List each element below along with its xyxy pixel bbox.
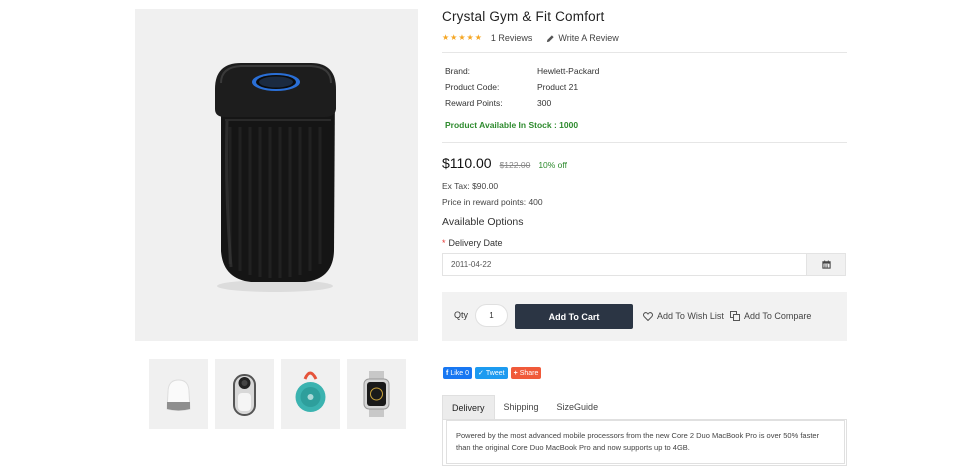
reward-price: Price in reward points: 400 [442, 197, 543, 207]
calendar-button[interactable] [806, 253, 846, 276]
info-tabs: Delivery Shipping SizeGuide [442, 395, 607, 419]
stock-status: Product Available In Stock : 1000 [445, 120, 579, 130]
tweet-label: Tweet [485, 369, 505, 377]
spec-value: 300 [537, 98, 552, 108]
smart-speaker-home-icon [166, 379, 191, 411]
star-icon: ★ [466, 33, 474, 42]
smartwatch-icon [363, 371, 390, 417]
thumbnail-4[interactable] [347, 359, 406, 429]
twitter-icon: ✓ [478, 370, 484, 377]
price-row: $110.00 $122.00 10% off [442, 155, 567, 171]
tab-content: Powered by the most advanced mobile proc… [442, 419, 847, 466]
star-icon: ★ [442, 33, 450, 42]
compare-label: Add To Compare [744, 311, 812, 321]
facebook-icon: f [446, 369, 449, 377]
heart-icon [643, 311, 653, 321]
delivery-date-label: * Delivery Date [442, 238, 503, 248]
price-old: $122.00 [499, 160, 531, 170]
add-to-wishlist-button[interactable]: Add To Wish List [643, 311, 724, 321]
spec-brand: Brand: Hewlett-Packard [445, 66, 599, 76]
share-icon: + [513, 369, 518, 377]
like-label: Like 0 [450, 369, 470, 377]
spec-value: Product 21 [537, 82, 579, 92]
brand-link[interactable]: Hewlett-Packard [537, 66, 599, 76]
share-label: Share [519, 369, 539, 377]
tab-shipping[interactable]: Shipping [495, 395, 548, 419]
calendar-icon [821, 260, 831, 269]
required-mark: * [442, 238, 446, 248]
share-button[interactable]: + Share [510, 367, 542, 379]
discount-badge: 10% off [538, 160, 567, 170]
tab-content-text: Powered by the most advanced mobile proc… [446, 420, 845, 464]
add-to-cart-button[interactable]: Add To Cart [515, 304, 633, 329]
thumbnail-3[interactable] [281, 359, 340, 429]
write-review-link[interactable]: Write A Review [546, 33, 619, 43]
price-new: $110.00 [442, 155, 492, 171]
delivery-date-input[interactable] [442, 253, 807, 276]
rating-row: ★ ★ ★ ★ ★ 1 Reviews Write A Review [442, 32, 619, 44]
spec-label: Product Code: [445, 82, 500, 92]
speaker-image [215, 63, 336, 292]
cart-box: Qty Add To Cart Add To Wish List Add To … [442, 292, 847, 341]
facebook-like-button[interactable]: f Like 0 [443, 367, 473, 379]
thumbnail-1[interactable] [149, 359, 208, 429]
spec-label: Reward Points: [445, 98, 503, 108]
qty-input[interactable] [475, 304, 508, 327]
write-review-label: Write A Review [558, 33, 619, 43]
portable-speaker-icon [295, 371, 326, 412]
divider [442, 142, 847, 143]
pencil-icon [547, 34, 555, 42]
tab-delivery[interactable]: Delivery [442, 395, 495, 419]
spec-reward-points: Reward Points: 300 [445, 98, 551, 108]
tab-sizeguide[interactable]: SizeGuide [548, 395, 608, 419]
camera-speaker-icon [233, 374, 256, 416]
star-rating: ★ ★ ★ ★ ★ [442, 34, 482, 42]
star-icon: ★ [450, 33, 458, 42]
ex-tax: Ex Tax: $90.00 [442, 181, 499, 191]
social-buttons: f Like 0 ✓ Tweet + Share [443, 367, 542, 379]
divider [442, 52, 847, 53]
spec-label: Brand: [445, 66, 471, 76]
add-to-compare-button[interactable]: Add To Compare [730, 311, 811, 321]
star-icon: ★ [474, 33, 482, 42]
options-heading: Available Options [442, 216, 524, 228]
main-product-image[interactable] [135, 9, 418, 341]
qty-label: Qty [454, 310, 469, 320]
star-icon: ★ [458, 33, 466, 42]
compare-icon [730, 311, 740, 321]
product-title: Crystal Gym & Fit Comfort [442, 9, 605, 24]
tweet-button[interactable]: ✓ Tweet [475, 367, 508, 379]
reviews-link[interactable]: 1 Reviews [491, 33, 533, 43]
delivery-date-text: Delivery Date [448, 238, 503, 248]
thumbnail-strip [149, 359, 406, 429]
thumbnail-2[interactable] [215, 359, 274, 429]
wishlist-label: Add To Wish List [657, 311, 724, 321]
spec-product-code: Product Code: Product 21 [445, 82, 578, 92]
